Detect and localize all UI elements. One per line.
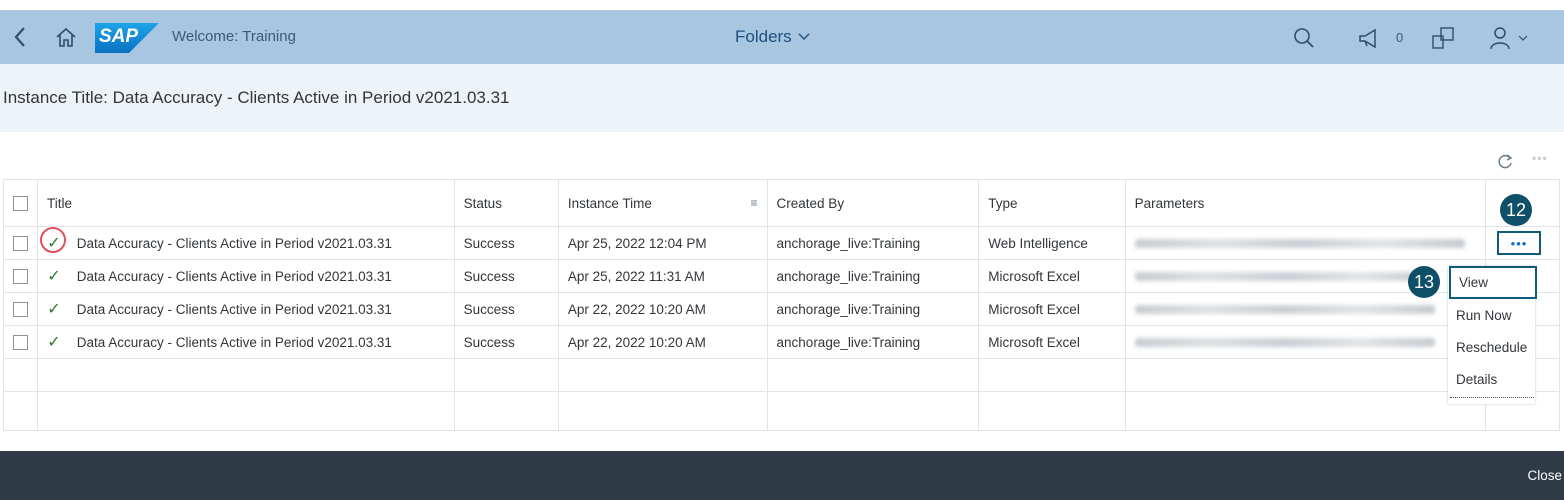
footer-bar: Close — [0, 451, 1564, 500]
empty-row — [3, 358, 1560, 392]
success-check-icon: ✓ — [47, 334, 61, 351]
created-by-cell: anchorage_live:Training — [766, 259, 980, 293]
select-all-cell — [3, 179, 38, 227]
row-checkbox[interactable] — [13, 268, 28, 284]
object-header: Instance Title: Data Accuracy - Clients … — [0, 64, 1564, 132]
success-check-icon: ✓ — [47, 301, 61, 318]
folders-label: Folders — [735, 27, 792, 46]
title-cell: ✓ Data Accuracy - Clients Active in Peri… — [37, 226, 455, 260]
title-text[interactable]: Data Accuracy - Clients Active in Period… — [77, 335, 392, 350]
column-header-instance-time[interactable]: Instance Time ≡ — [557, 179, 768, 227]
top-strip — [0, 0, 1564, 10]
table-header-row: Title Status Instance Time ≡ Created By … — [3, 179, 1560, 227]
type-cell: Web Intelligence — [978, 226, 1126, 260]
type-cell: Microsoft Excel — [978, 292, 1126, 326]
column-header-type[interactable]: Type — [978, 179, 1126, 227]
row-select-cell — [3, 259, 38, 293]
type-cell: Microsoft Excel — [978, 325, 1126, 359]
table-row[interactable]: ✓ Data Accuracy - Clients Active in Peri… — [3, 259, 1560, 293]
home-icon[interactable] — [52, 24, 80, 50]
user-profile-icon[interactable] — [1486, 25, 1532, 51]
select-all-checkbox[interactable] — [13, 195, 28, 211]
status-cell: Success — [453, 292, 559, 326]
time-cell: Apr 22, 2022 10:20 AM — [557, 292, 768, 326]
row-select-cell — [3, 292, 38, 326]
column-header-created-by[interactable]: Created By — [766, 179, 980, 227]
success-check-icon: ✓ — [40, 227, 66, 253]
shell-bar: SAP Welcome: Training Folders 0 — [0, 10, 1564, 64]
status-cell: Success — [453, 259, 559, 293]
folders-menu[interactable]: Folders — [735, 27, 810, 47]
time-cell: Apr 25, 2022 11:31 AM — [557, 259, 768, 293]
parameters-cell — [1124, 325, 1487, 359]
column-header-title[interactable]: Title — [37, 179, 455, 227]
step-12-callout: 12 — [1500, 194, 1532, 226]
status-cell: Success — [453, 226, 559, 260]
column-header-instance-time-label: Instance Time — [567, 195, 652, 211]
chevron-down-icon — [798, 33, 810, 40]
created-by-cell: anchorage_live:Training — [766, 292, 980, 326]
time-cell: Apr 25, 2022 12:04 PM — [557, 226, 768, 260]
instance-title: Instance Title: Data Accuracy - Clients … — [3, 88, 510, 107]
created-by-cell: anchorage_live:Training — [766, 226, 980, 260]
table-row[interactable]: ✓ Data Accuracy - Clients Active in Peri… — [3, 226, 1560, 260]
parameters-cell — [1124, 292, 1487, 326]
column-header-status[interactable]: Status — [453, 179, 559, 227]
blurred-parameters — [1134, 305, 1435, 315]
menu-item-run-now[interactable]: Run Now — [1448, 299, 1535, 331]
refresh-icon[interactable] — [1496, 153, 1514, 176]
notification-count: 0 — [1396, 30, 1404, 45]
created-by-cell: anchorage_live:Training — [766, 325, 980, 359]
blurred-parameters — [1134, 239, 1465, 249]
table-row[interactable]: ✓ Data Accuracy - Clients Active in Peri… — [3, 292, 1560, 326]
row-select-cell — [3, 325, 38, 359]
title-cell: ✓ Data Accuracy - Clients Active in Peri… — [37, 259, 455, 293]
back-icon[interactable] — [8, 24, 32, 50]
column-header-parameters[interactable]: Parameters — [1124, 179, 1487, 227]
empty-row — [3, 391, 1560, 431]
time-cell: Apr 22, 2022 10:20 AM — [557, 325, 768, 359]
success-check-icon: ✓ — [47, 268, 61, 285]
table-row[interactable]: ✓ Data Accuracy - Clients Active in Peri… — [3, 325, 1560, 359]
title-text[interactable]: Data Accuracy - Clients Active in Period… — [77, 269, 392, 284]
title-text[interactable]: Data Accuracy - Clients Active in Period… — [77, 236, 392, 251]
type-cell: Microsoft Excel — [978, 259, 1126, 293]
menu-item-reschedule[interactable]: Reschedule — [1448, 331, 1535, 363]
parameters-cell — [1124, 226, 1487, 260]
status-cell: Success — [453, 325, 559, 359]
menu-more-indicator — [1450, 397, 1534, 398]
row-select-cell — [3, 226, 38, 260]
title-cell: ✓ Data Accuracy - Clients Active in Peri… — [37, 325, 455, 359]
step-13-callout: 13 — [1408, 266, 1440, 298]
title-cell: ✓ Data Accuracy - Clients Active in Peri… — [37, 292, 455, 326]
row-checkbox[interactable] — [13, 235, 28, 251]
more-dots-icon: ••• — [1510, 235, 1528, 251]
blurred-parameters — [1134, 272, 1435, 282]
row-actions-menu: View Run Now Reschedule Details — [1448, 266, 1537, 404]
products-icon[interactable] — [1429, 25, 1457, 51]
row-more-actions-button[interactable]: ••• — [1497, 231, 1541, 255]
close-button[interactable]: Close — [1527, 468, 1562, 483]
row-checkbox[interactable] — [13, 301, 28, 317]
menu-item-view[interactable]: View — [1449, 266, 1537, 299]
sort-icon: ≡ — [750, 195, 758, 210]
table-overflow-icon[interactable]: ◦◦◦ — [1532, 151, 1548, 165]
search-icon[interactable] — [1291, 25, 1317, 51]
sap-logo: SAP — [95, 23, 159, 53]
blurred-parameters — [1134, 338, 1435, 348]
title-text[interactable]: Data Accuracy - Clients Active in Period… — [77, 302, 392, 317]
row-checkbox[interactable] — [13, 334, 28, 350]
sap-logo-text: SAP — [99, 26, 139, 47]
instances-table: Title Status Instance Time ≡ Created By … — [3, 179, 1560, 431]
notifications-icon[interactable] — [1356, 25, 1384, 51]
highlight-circle — [40, 227, 66, 253]
welcome-text: Welcome: Training — [172, 28, 296, 45]
menu-item-details[interactable]: Details — [1448, 363, 1535, 395]
